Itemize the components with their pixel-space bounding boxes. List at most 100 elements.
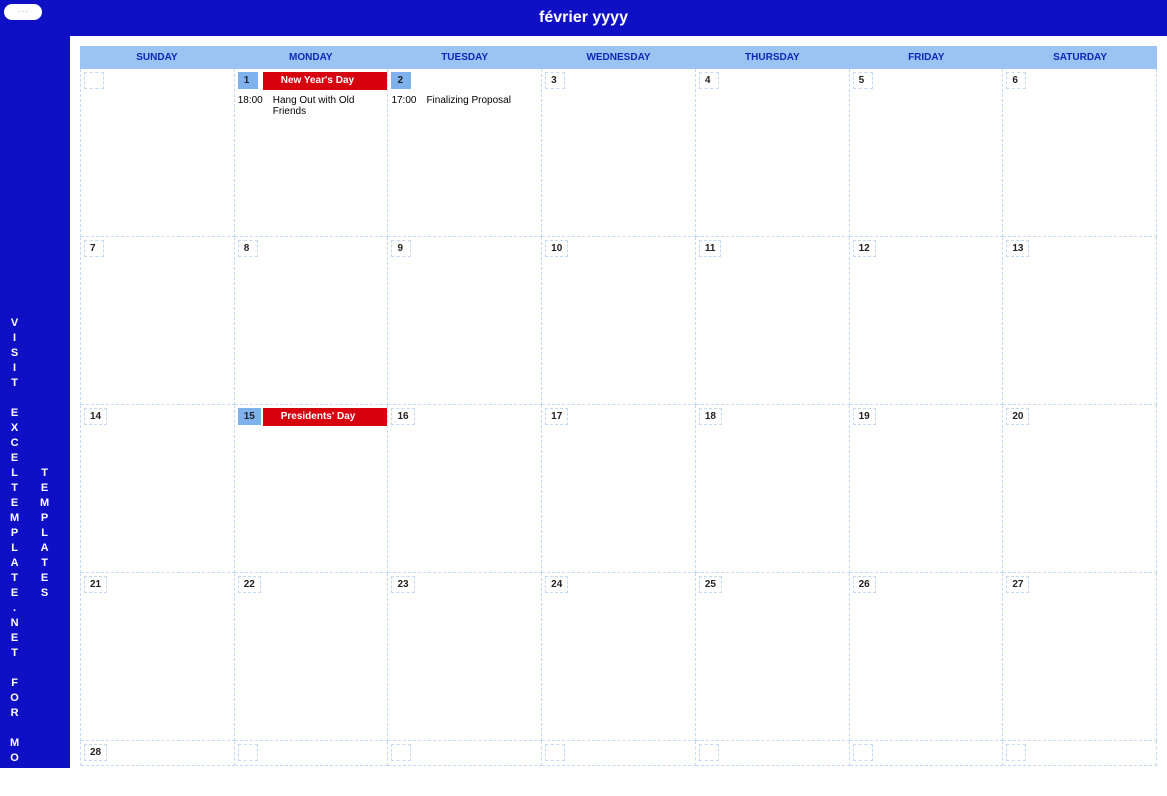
day-number (853, 744, 873, 761)
sidebar: VISIT EXCELTEMPLATE.NET FOR MORE TEMPLAT… (0, 36, 70, 768)
day-number (699, 744, 719, 761)
day-number: 25 (699, 576, 722, 593)
day-number: 20 (1006, 408, 1029, 425)
day-cell[interactable]: 12 (850, 237, 1004, 405)
day-header: WEDNESDAY (542, 46, 696, 69)
week-row: 21 22 23 24 25 26 27 (80, 573, 1157, 741)
day-header: MONDAY (234, 46, 388, 69)
day-cell[interactable] (850, 741, 1004, 766)
day-number: 23 (391, 576, 414, 593)
day-cell[interactable]: 17 (542, 405, 696, 573)
title-label: février yyyy (539, 9, 628, 26)
week-row: 14 15Presidents' Day16 17 18 19 20 (80, 405, 1157, 573)
day-cell[interactable]: 22 (235, 573, 389, 741)
day-cell[interactable]: 10 (542, 237, 696, 405)
day-number: 17 (545, 408, 568, 425)
day-number: 6 (1006, 72, 1026, 89)
main-layout: VISIT EXCELTEMPLATE.NET FOR MORE TEMPLAT… (0, 36, 1167, 768)
day-cell[interactable]: 2 17:00 Finalizing Proposal (388, 69, 542, 237)
day-number: 8 (238, 240, 258, 257)
day-number: 28 (84, 744, 107, 761)
day-cell[interactable]: 27 (1003, 573, 1157, 741)
day-cell[interactable] (542, 741, 696, 766)
day-number: 19 (853, 408, 876, 425)
day-cell[interactable]: 5 (850, 69, 1004, 237)
day-cell[interactable]: 24 (542, 573, 696, 741)
day-number: 24 (545, 576, 568, 593)
event-row[interactable]: 18:00Hang Out with Old Friends (238, 95, 385, 117)
day-number: 27 (1006, 576, 1029, 593)
day-cell[interactable] (235, 741, 389, 766)
day-number: 12 (853, 240, 876, 257)
day-number (84, 72, 104, 89)
day-cell[interactable]: 28 (81, 741, 235, 766)
day-cell[interactable] (81, 69, 235, 237)
day-cell[interactable]: 20 (1003, 405, 1157, 573)
day-number (1006, 744, 1026, 761)
day-number: 1 (238, 72, 258, 89)
day-number (238, 744, 258, 761)
week-row: 28 (80, 741, 1157, 766)
day-cell[interactable]: 15Presidents' Day (235, 405, 389, 573)
day-cell[interactable]: 7 (81, 237, 235, 405)
day-cell[interactable]: 13 (1003, 237, 1157, 405)
day-number: 5 (853, 72, 873, 89)
day-cell[interactable]: 19 (850, 405, 1004, 573)
day-number: 2 (391, 72, 411, 89)
day-number: 22 (238, 576, 261, 593)
title-bar: ··· février yyyy (0, 0, 1167, 36)
day-cell[interactable] (388, 741, 542, 766)
day-number: 9 (391, 240, 411, 257)
day-number: 21 (84, 576, 107, 593)
day-cell[interactable]: 21 (81, 573, 235, 741)
day-header: TUESDAY (388, 46, 542, 69)
sidebar-text-2: TEMPLATES (40, 466, 51, 601)
holiday-banner: New Year's Day (263, 72, 388, 90)
day-header: SATURDAY (1003, 46, 1157, 69)
day-cell[interactable]: 16 (388, 405, 542, 573)
event-text: Finalizing Proposal (426, 95, 511, 106)
day-cell[interactable]: 1 New Year's Day 18:00Hang Out with Old Fr… (235, 69, 389, 237)
day-cell[interactable]: 26 (850, 573, 1004, 741)
day-cell[interactable] (696, 741, 850, 766)
day-cell[interactable]: 23 (388, 573, 542, 741)
week-row: 7 8 9 10 11 12 13 (80, 237, 1157, 405)
day-cell[interactable]: 14 (81, 405, 235, 573)
day-number: 14 (84, 408, 107, 425)
calendar: SUNDAYMONDAYTUESDAYWEDNESDAYTHURSDAYFRID… (70, 36, 1167, 768)
day-header: THURSDAY (695, 46, 849, 69)
day-headers: SUNDAYMONDAYTUESDAYWEDNESDAYTHURSDAYFRID… (80, 46, 1157, 69)
sidebar-text-1: VISIT EXCELTEMPLATE.NET FOR MORE (10, 316, 21, 796)
day-cell[interactable] (1003, 741, 1157, 766)
title-tag: ··· (4, 4, 42, 20)
day-cell[interactable]: 11 (696, 237, 850, 405)
holiday-banner: Presidents' Day (263, 408, 388, 426)
event-text: Hang Out with Old Friends (273, 95, 385, 117)
event-row[interactable]: 17:00 Finalizing Proposal (391, 95, 538, 106)
day-number: 13 (1006, 240, 1029, 257)
weeks-grid: 1 New Year's Day 18:00Hang Out with Old Fr… (80, 69, 1157, 766)
week-row: 1 New Year's Day 18:00Hang Out with Old Fr… (80, 69, 1157, 237)
day-cell[interactable]: 4 (696, 69, 850, 237)
day-cell[interactable]: 8 (235, 237, 389, 405)
day-number: 26 (853, 576, 876, 593)
day-cell[interactable]: 3 (542, 69, 696, 237)
day-cell[interactable]: 6 (1003, 69, 1157, 237)
day-number: 7 (84, 240, 104, 257)
day-number (545, 744, 565, 761)
day-header: FRIDAY (849, 46, 1003, 69)
event-time: 17:00 (391, 95, 421, 106)
day-cell[interactable]: 9 (388, 237, 542, 405)
day-number: 10 (545, 240, 568, 257)
day-header: SUNDAY (80, 46, 234, 69)
day-number: 11 (699, 240, 722, 257)
day-number: 16 (391, 408, 414, 425)
day-number: 15 (238, 408, 261, 425)
event-time: 18:00 (238, 95, 268, 117)
day-number: 4 (699, 72, 719, 89)
day-cell[interactable]: 18 (696, 405, 850, 573)
day-number: 3 (545, 72, 565, 89)
day-number: 18 (699, 408, 722, 425)
day-number (391, 744, 411, 761)
day-cell[interactable]: 25 (696, 573, 850, 741)
